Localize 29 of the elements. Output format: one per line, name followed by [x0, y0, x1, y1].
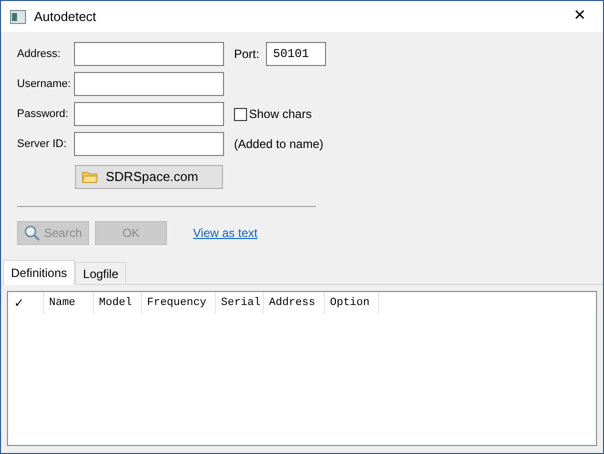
text-field[interactable]	[74, 72, 224, 96]
column-header[interactable]: Serial	[216, 292, 264, 314]
server-id-note: (Added to name)	[234, 136, 324, 153]
folder-icon	[82, 171, 98, 183]
show-chars-checkbox[interactable]: Show chars	[234, 105, 312, 123]
text-field[interactable]	[74, 132, 224, 156]
site-button[interactable]: SDRSpace.com	[75, 165, 223, 189]
port-label: Port:	[234, 46, 260, 63]
window-icon	[10, 10, 26, 24]
field-label: Address:	[17, 46, 62, 62]
field-label: Username:	[17, 76, 72, 92]
text-field[interactable]	[74, 42, 224, 66]
tab[interactable]: Logfile	[75, 262, 126, 284]
column-header[interactable]: Option	[325, 292, 379, 314]
text-field[interactable]: 50101	[266, 42, 326, 66]
window-title: Autodetect	[34, 8, 96, 26]
view-as-text-link[interactable]: View as text	[193, 224, 258, 242]
checkbox[interactable]	[234, 108, 247, 120]
field-label: Server ID:	[17, 136, 68, 152]
text-field[interactable]	[74, 102, 224, 126]
column-header[interactable]: Frequency	[142, 292, 216, 314]
column-header[interactable]: Name	[44, 292, 94, 314]
column-header[interactable]: Address	[264, 292, 325, 314]
tab[interactable]: Definitions	[3, 260, 76, 285]
search-icon	[24, 225, 40, 241]
column-header[interactable]: ✓	[8, 292, 44, 314]
close-button[interactable]: ✕	[557, 1, 603, 32]
field-label: Password:	[17, 106, 70, 122]
column-header[interactable]: Model	[94, 292, 142, 314]
